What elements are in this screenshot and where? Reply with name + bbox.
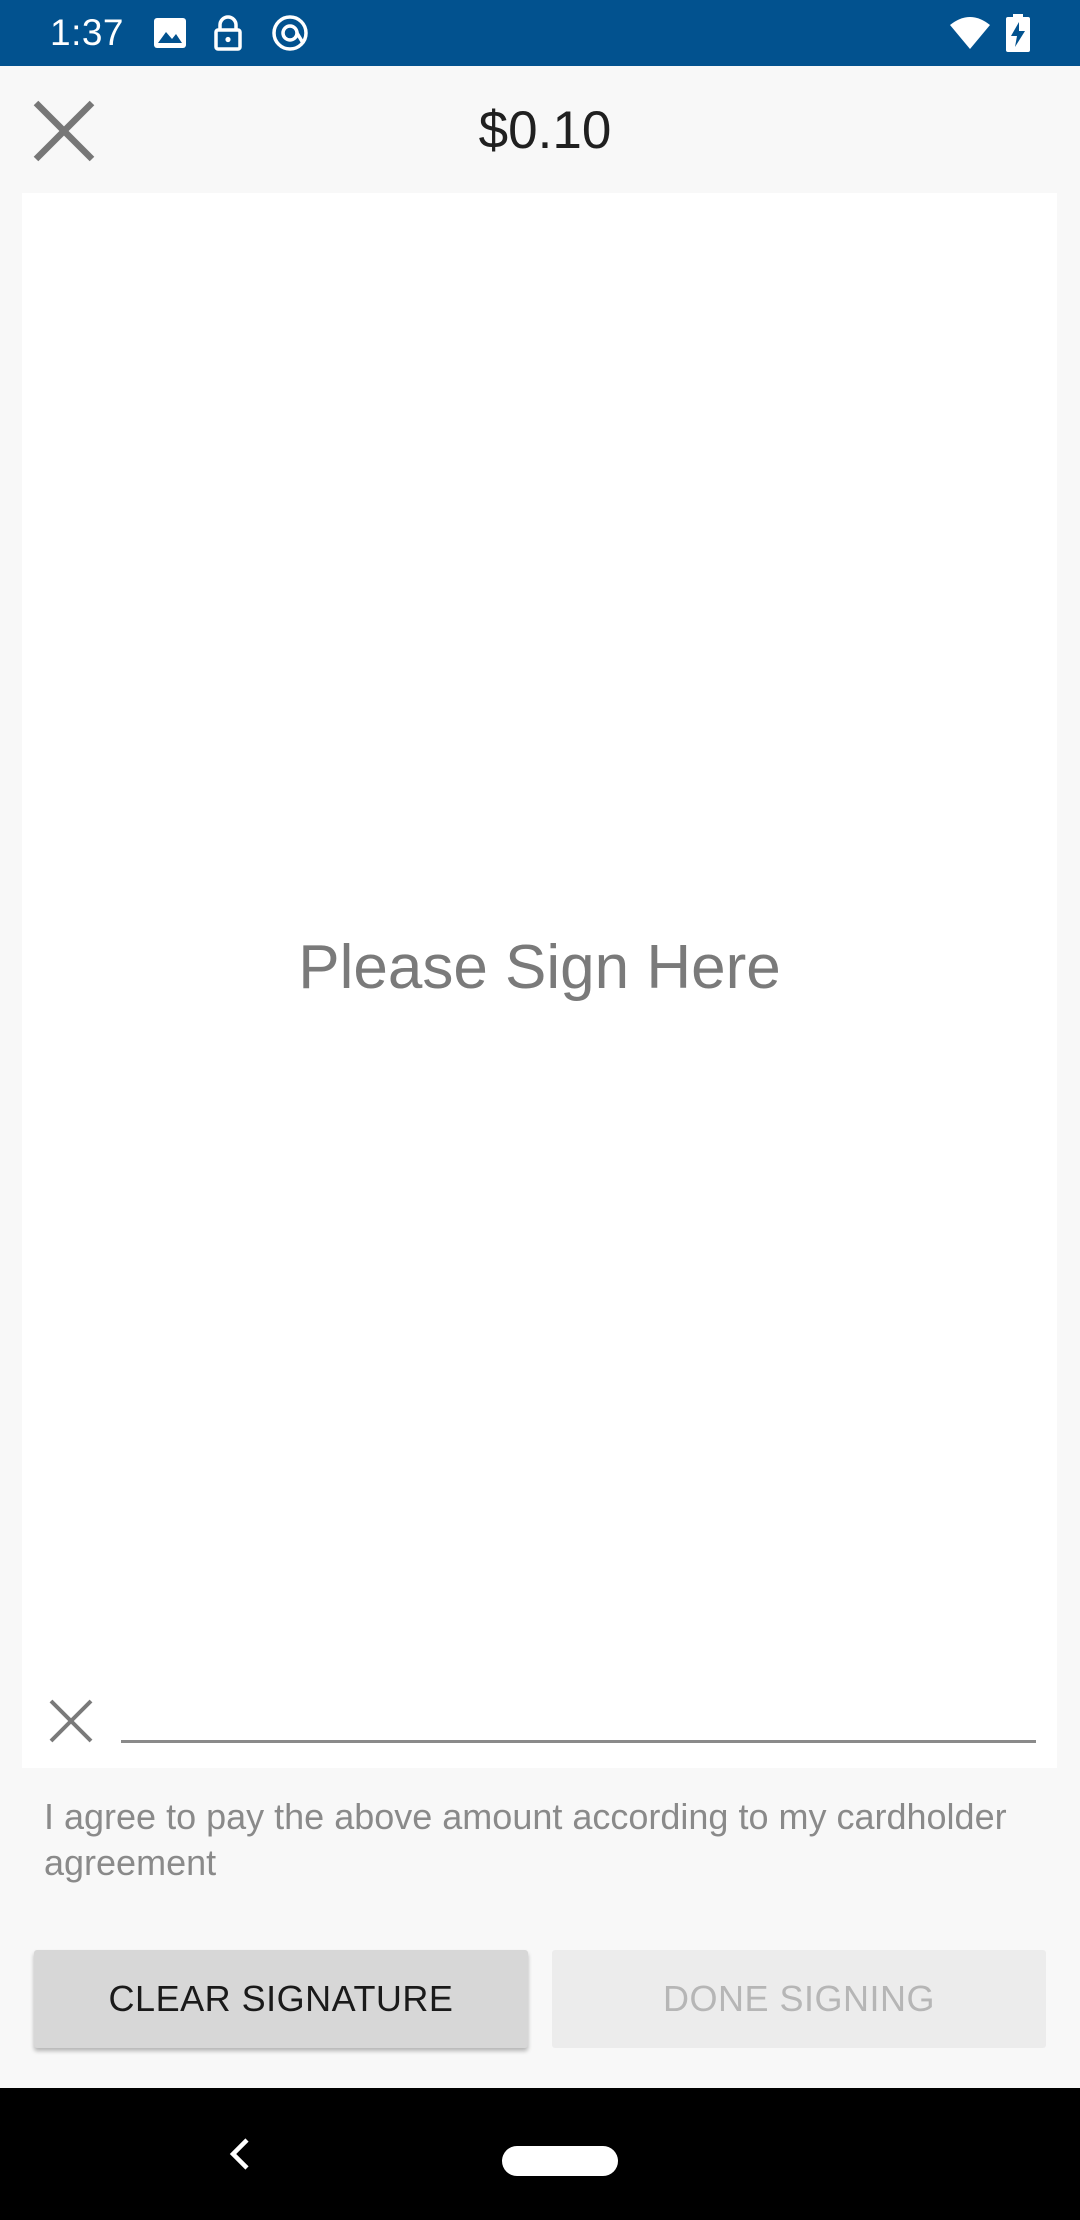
x-mark-icon xyxy=(49,1699,93,1743)
back-chevron-icon[interactable] xyxy=(220,2132,260,2176)
image-icon xyxy=(154,18,186,48)
navigation-bar xyxy=(0,2088,1080,2220)
amount-title: $0.10 xyxy=(478,101,612,160)
status-time: 1:37 xyxy=(50,12,125,53)
signature-pad[interactable]: Please Sign Here xyxy=(22,193,1057,1768)
clear-signature-button[interactable]: CLEAR SIGNATURE xyxy=(34,1950,528,2048)
wifi-icon xyxy=(950,17,990,49)
battery-charging-icon xyxy=(1006,14,1030,52)
at-sign-icon xyxy=(272,15,308,51)
signature-placeholder: Please Sign Here xyxy=(298,933,781,1002)
signature-line xyxy=(121,1740,1036,1743)
done-signing-button[interactable]: DONE SIGNING xyxy=(552,1950,1046,2048)
agreement-text: I agree to pay the above amount accordin… xyxy=(44,1796,1007,1883)
lock-icon xyxy=(214,15,242,51)
status-bar: 1:37 xyxy=(0,0,1080,66)
home-pill-icon[interactable] xyxy=(502,2146,618,2176)
